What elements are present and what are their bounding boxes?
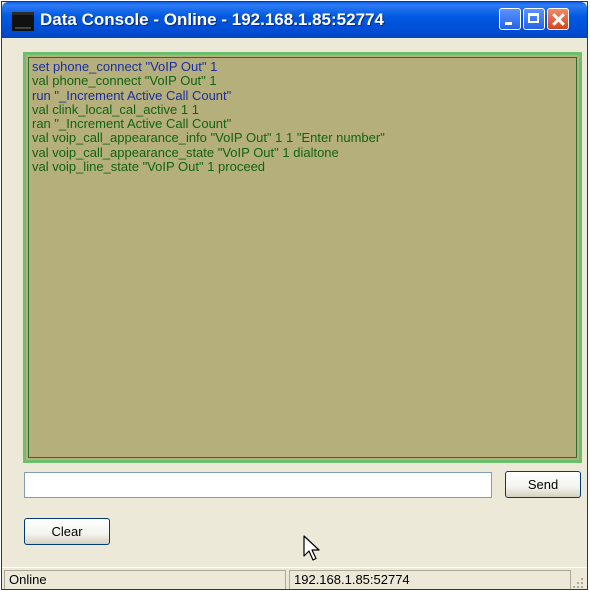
console-log-line: val clink_local_cal_active 1 1 [32,101,199,117]
status-address: 192.168.1.85:52774 [289,570,571,589]
console-log-line: val voip_line_state "VoIP Out" 1 proceed [32,159,266,175]
maximize-icon [528,13,539,23]
console-log-line: val phone_connect "VoIP Out" 1 [32,73,217,89]
send-button[interactable]: Send [505,471,581,498]
window-title: Data Console - Online - 192.168.1.85:527… [40,10,384,29]
console-log-line: val voip_call_appearance_info "VoIP Out"… [32,130,385,146]
maximize-button[interactable] [523,8,545,30]
mouse-pointer-icon [303,535,320,561]
console-log-line: run "_Increment Active Call Count" [32,87,232,103]
console-log-line: val voip_call_appearance_state "VoIP Out… [32,144,339,160]
data-console-window: Data Console - Online - 192.168.1.85:527… [1,1,588,590]
close-icon [548,9,568,29]
minimize-button[interactable] [499,8,521,30]
console-log-line: ran "_Increment Active Call Count" [32,116,232,132]
close-button[interactable] [547,8,569,30]
console-app-icon [12,12,34,31]
resize-grip-icon[interactable] [571,576,585,590]
console-log-frame: set phone_connect "VoIP Out" 1 val phone_… [23,52,582,463]
status-connection-state: Online [4,570,286,589]
clear-button[interactable]: Clear [24,518,110,545]
console-log-line: set phone_connect "VoIP Out" 1 [32,59,218,74]
title-bar[interactable]: Data Console - Online - 192.168.1.85:527… [2,2,587,38]
command-input[interactable] [24,472,492,498]
minimize-icon [505,22,512,25]
console-log[interactable]: set phone_connect "VoIP Out" 1 val phone_… [28,57,577,458]
status-bar: Online 192.168.1.85:52774 [2,567,587,590]
